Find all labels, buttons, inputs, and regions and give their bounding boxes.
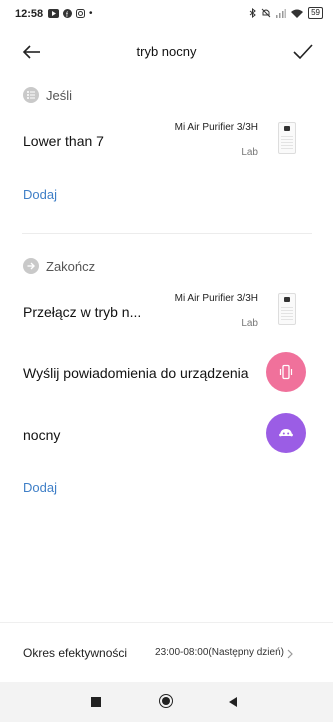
robot-icon — [266, 413, 306, 453]
action-title: nocny — [23, 427, 61, 443]
effective-period-value: 23:00-08:00(Następny dzień) — [155, 647, 284, 658]
system-navigation-bar — [0, 682, 333, 722]
instagram-icon — [76, 9, 85, 18]
device-room: Lab — [241, 318, 258, 329]
then-section-label: Zakończ — [46, 258, 96, 274]
if-section-label: Jeśli — [46, 87, 73, 103]
action-row[interactable]: Wyślij powiadomienia do urządzenia — [0, 350, 333, 394]
action-title: Wyślij powiadomienia do urządzenia — [23, 365, 249, 381]
condition-title: Lower than 7 — [23, 133, 104, 149]
back-nav-button[interactable] — [228, 696, 238, 708]
signal-icon — [276, 8, 287, 18]
status-bar: 12:58 f • 59 — [0, 0, 333, 28]
chevron-right-icon — [287, 649, 293, 659]
battery-indicator: 59 — [308, 7, 323, 19]
device-room: Lab — [241, 147, 258, 158]
action-row[interactable]: nocny — [0, 412, 333, 456]
checkmark-icon — [293, 44, 313, 60]
effective-period-label: Okres efektywności — [23, 646, 128, 660]
phone-vibrate-icon — [266, 352, 306, 392]
if-section-header: Jeśli — [23, 87, 72, 103]
facebook-icon: f — [63, 9, 72, 18]
action-row[interactable]: Przełącz w tryb n... Mi Air Purifier 3/3… — [0, 283, 333, 339]
page-title: tryb nocny — [136, 44, 197, 59]
status-time: 12:58 — [15, 8, 44, 20]
notification-icons: f • — [48, 8, 93, 19]
add-condition-link[interactable]: Dodaj — [23, 187, 57, 202]
bluetooth-icon — [249, 8, 256, 18]
device-name: Mi Air Purifier 3/3H — [174, 122, 258, 133]
dot-icon: • — [89, 8, 93, 19]
svg-text:f: f — [66, 12, 68, 18]
confirm-button[interactable] — [289, 38, 317, 66]
condition-row[interactable]: Lower than 7 Mi Air Purifier 3/3H Lab — [0, 112, 333, 170]
add-action-link[interactable]: Dodaj — [23, 480, 57, 495]
list-icon — [23, 87, 39, 103]
effective-period-row[interactable]: Okres efektywności 23:00-08:00(Następny … — [0, 630, 333, 674]
footer-divider — [0, 622, 333, 623]
section-divider — [22, 233, 312, 234]
air-purifier-icon — [278, 293, 296, 325]
air-purifier-icon — [278, 122, 296, 154]
action-title: Przełącz w tryb n... — [23, 304, 142, 320]
device-name: Mi Air Purifier 3/3H — [174, 293, 258, 304]
then-section-header: Zakończ — [23, 258, 95, 274]
wifi-icon — [291, 9, 304, 18]
system-icons: 59 — [249, 7, 323, 19]
recents-button[interactable] — [91, 697, 101, 707]
home-dot-icon — [162, 697, 170, 705]
arrow-right-icon — [23, 258, 39, 274]
mute-icon — [261, 8, 271, 18]
home-button[interactable] — [159, 694, 173, 708]
youtube-icon — [48, 9, 59, 18]
